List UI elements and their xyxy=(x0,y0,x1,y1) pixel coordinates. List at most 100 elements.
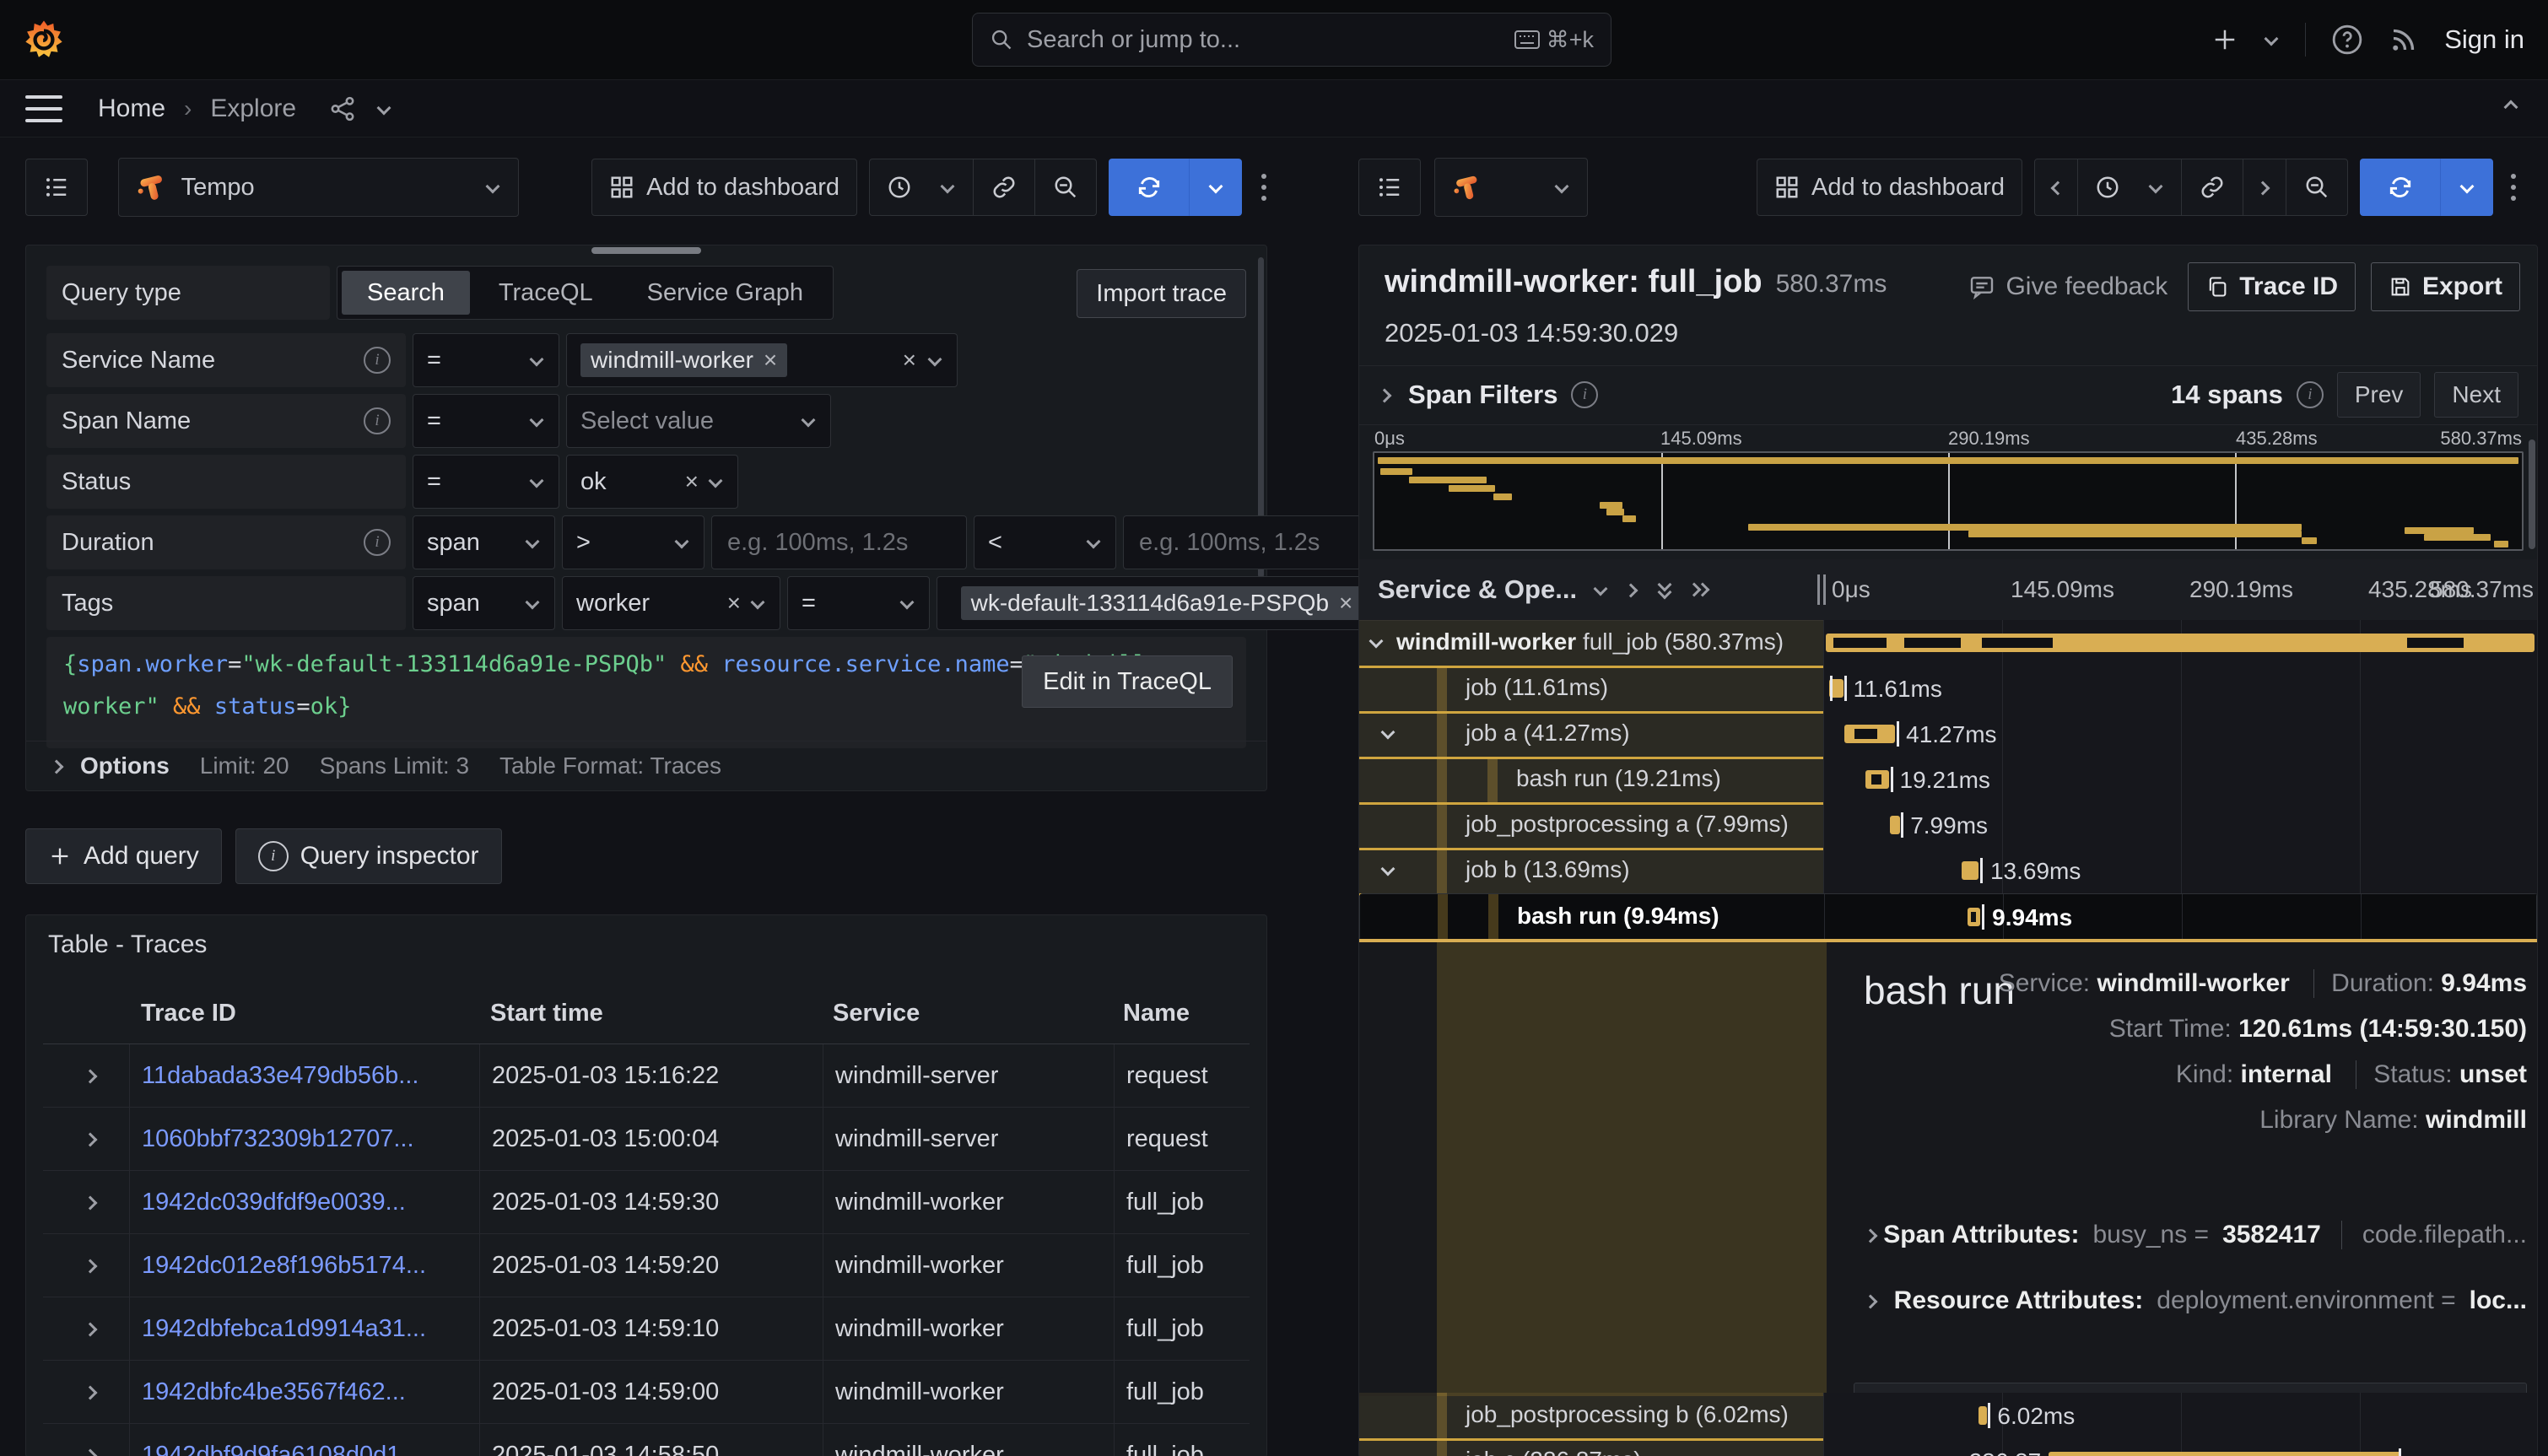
outline-button[interactable] xyxy=(25,159,88,216)
time-picker-button[interactable] xyxy=(869,159,974,216)
col-service[interactable]: Service xyxy=(821,983,1111,1043)
help-button[interactable] xyxy=(2331,24,2363,56)
sign-in-button[interactable]: Sign in xyxy=(2444,24,2524,55)
edit-in-traceql-button[interactable]: Edit in TraceQL xyxy=(1022,655,1233,708)
datasource-picker[interactable]: Tempo xyxy=(118,158,519,217)
span-row[interactable]: job_postprocessing b (6.02ms) 6.02ms xyxy=(1359,1393,2537,1438)
next-span-button[interactable]: Next xyxy=(2434,372,2518,418)
panel-menu-icon[interactable] xyxy=(1261,170,1267,204)
remove-icon[interactable]: × xyxy=(1339,591,1352,615)
give-feedback-button[interactable]: Give feedback xyxy=(1963,272,2173,302)
tags-value[interactable]: wk-default-133114d6a91e-PSPQb× xyxy=(937,576,1387,630)
expand-row-icon[interactable] xyxy=(84,1130,100,1147)
trace-id-button[interactable]: Trace ID xyxy=(2188,262,2356,311)
clear-icon[interactable]: × xyxy=(685,470,699,493)
service-name-operator[interactable]: = xyxy=(413,333,559,387)
duration-max-input[interactable]: e.g. 100ms, 1.2s xyxy=(1123,515,1379,569)
trace-id-link[interactable]: 1942dc012e8f196b5174... xyxy=(129,1234,479,1297)
breadcrumb-current[interactable]: Explore xyxy=(210,94,296,123)
refresh-button[interactable] xyxy=(1109,159,1190,216)
refresh-interval-button[interactable] xyxy=(2441,159,2493,216)
status-operator[interactable]: = xyxy=(413,455,559,509)
duration-gt-operator[interactable]: > xyxy=(562,515,704,569)
span-row[interactable]: job a (41.27ms) 41.27ms xyxy=(1359,711,2537,757)
import-trace-button[interactable]: Import trace xyxy=(1077,269,1246,318)
table-row[interactable]: 1942dbfebca1d9914a31... 2025-01-03 14:59… xyxy=(43,1297,1250,1361)
add-to-dashboard-button[interactable]: Add to dashboard xyxy=(1757,159,2022,216)
share-button[interactable] xyxy=(328,94,357,123)
span-attributes-row[interactable]: Span Attributes: busy_ns =3582417 code.f… xyxy=(1864,1221,2527,1249)
duration-lt-operator[interactable]: < xyxy=(974,515,1116,569)
span-row-selected[interactable]: bash run (9.94ms) 9.94ms xyxy=(1359,893,2537,941)
global-search[interactable]: ⌘+k xyxy=(972,13,1611,67)
collapse-icon[interactable] xyxy=(1379,1452,1396,1456)
new-button[interactable] xyxy=(2212,27,2238,52)
shift-time-forward-button[interactable] xyxy=(2243,159,2286,216)
grafana-logo[interactable] xyxy=(22,18,66,62)
options-row[interactable]: Options Limit: 20 Spans Limit: 3 Table F… xyxy=(26,741,1266,790)
trace-id-link[interactable]: 1942dc039dfdf9e0039... xyxy=(129,1171,479,1233)
refresh-interval-button[interactable] xyxy=(1190,159,1242,216)
tags-value-chip[interactable]: wk-default-133114d6a91e-PSPQb× xyxy=(961,586,1363,620)
tags-key[interactable]: worker × xyxy=(562,576,780,630)
resource-attributes-row[interactable]: Resource Attributes: deployment.environm… xyxy=(1864,1286,2527,1315)
collapse-icon[interactable] xyxy=(1368,634,1385,650)
clear-icon[interactable]: × xyxy=(903,348,916,372)
trace-id-link[interactable]: 1942dbf9d9fa6108d0d1... xyxy=(129,1424,479,1456)
service-name-value[interactable]: windmill-worker× × xyxy=(566,333,958,387)
new-caret-icon[interactable] xyxy=(2263,31,2280,48)
service-name-chip[interactable]: windmill-worker× xyxy=(580,343,787,377)
span-row[interactable]: job b (13.69ms) 13.69ms xyxy=(1359,848,2537,893)
clear-icon[interactable]: × xyxy=(727,591,741,615)
zoom-out-button[interactable] xyxy=(1034,159,1097,216)
zoom-out-button[interactable] xyxy=(2286,159,2348,216)
table-row[interactable]: 1942dc039dfdf9e0039... 2025-01-03 14:59:… xyxy=(43,1171,1250,1234)
chevron-right-icon[interactable] xyxy=(1378,386,1395,403)
export-button[interactable]: Export xyxy=(2371,262,2520,311)
expand-all-icon[interactable] xyxy=(1688,581,1710,598)
scrollbar-thumb[interactable] xyxy=(591,247,701,254)
span-filters-label[interactable]: Span Filters xyxy=(1408,380,1557,410)
trace-id-link[interactable]: 1942dbfebca1d9914a31... xyxy=(129,1297,479,1360)
link-split-button[interactable] xyxy=(2181,159,2243,216)
span-row[interactable]: windmill-worker full_job (580.37ms) xyxy=(1359,620,2537,666)
table-row[interactable]: 1060bbf732309b12707... 2025-01-03 15:00:… xyxy=(43,1108,1250,1171)
tags-scope[interactable]: span xyxy=(413,576,555,630)
col-trace-id[interactable]: Trace ID xyxy=(129,983,478,1043)
panel-menu-icon[interactable] xyxy=(2510,170,2517,204)
datasource-picker[interactable] xyxy=(1434,158,1588,217)
col-name[interactable]: Name xyxy=(1111,983,1250,1043)
add-to-dashboard-button[interactable]: Add to dashboard xyxy=(591,159,857,216)
news-button[interactable] xyxy=(2389,24,2419,55)
query-inspector-button[interactable]: i Query inspector xyxy=(235,828,502,884)
search-input[interactable] xyxy=(1025,25,1503,55)
add-query-button[interactable]: Add query xyxy=(25,828,222,884)
expand-row-icon[interactable] xyxy=(84,1320,100,1337)
breadcrumb-caret-icon[interactable] xyxy=(375,100,392,117)
table-row[interactable]: 11dabada33e479db56b... 2025-01-03 15:16:… xyxy=(43,1044,1250,1108)
col-start-time[interactable]: Start time xyxy=(478,983,821,1043)
tab-traceql[interactable]: TraceQL xyxy=(473,271,618,315)
breadcrumb-home[interactable]: Home xyxy=(98,94,165,123)
expand-one-icon[interactable] xyxy=(1624,581,1641,598)
tags-operator[interactable]: = xyxy=(787,576,930,630)
span-name-operator[interactable]: = xyxy=(413,394,559,448)
time-picker-button[interactable] xyxy=(2077,159,2182,216)
span-row[interactable]: job_postprocessing a (7.99ms) 7.99ms xyxy=(1359,802,2537,848)
trace-id-link[interactable]: 1060bbf732309b12707... xyxy=(129,1108,479,1170)
status-value[interactable]: ok × xyxy=(566,455,738,509)
trace-id-link[interactable]: 1942dbfc4be3567f462... xyxy=(129,1361,479,1423)
expand-row-icon[interactable] xyxy=(84,1194,100,1211)
table-row[interactable]: 1942dc012e8f196b5174... 2025-01-03 14:59… xyxy=(43,1234,1250,1297)
shift-time-back-button[interactable] xyxy=(2034,159,2078,216)
outline-button[interactable] xyxy=(1358,159,1421,216)
tab-search[interactable]: Search xyxy=(342,271,470,315)
expand-row-icon[interactable] xyxy=(84,1447,100,1456)
span-row[interactable]: job c (286.87ms) 286.87ms xyxy=(1359,1438,2537,1456)
duration-scope[interactable]: span xyxy=(413,515,555,569)
menu-button[interactable] xyxy=(25,95,62,122)
remove-icon[interactable]: × xyxy=(764,348,777,372)
span-row[interactable]: bash run (19.21ms) 19.21ms xyxy=(1359,757,2537,802)
duration-min-input[interactable]: e.g. 100ms, 1.2s xyxy=(711,515,967,569)
service-operation-header[interactable]: Service & Ope... xyxy=(1378,574,1577,605)
